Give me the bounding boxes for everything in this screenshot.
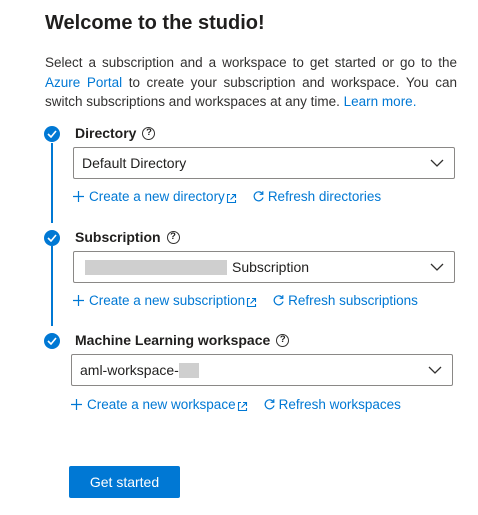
workspace-value-text: aml-workspace- xyxy=(80,361,179,378)
directory-label-text: Directory xyxy=(75,125,137,141)
create-workspace-link[interactable]: Create a new workspace xyxy=(70,397,248,412)
refresh-subscriptions-text: Refresh subscriptions xyxy=(288,293,418,308)
refresh-icon xyxy=(273,295,284,306)
directory-dropdown[interactable]: Default Directory xyxy=(73,147,455,179)
intro-text: Select a subscription and a workspace to… xyxy=(45,53,457,112)
subscription-dropdown[interactable]: Subscription xyxy=(73,251,455,283)
page-title: Welcome to the studio! xyxy=(45,12,265,34)
refresh-workspaces-link[interactable]: Refresh workspaces xyxy=(263,397,401,412)
check-icon xyxy=(44,230,60,246)
chevron-down-icon xyxy=(430,159,444,167)
create-subscription-link[interactable]: Create a new subscription xyxy=(72,293,257,308)
subscription-actions: Create a new subscription Refresh subscr… xyxy=(72,293,418,308)
check-icon xyxy=(44,333,60,349)
create-directory-link[interactable]: Create a new directory xyxy=(72,189,237,204)
refresh-icon xyxy=(264,399,275,410)
create-directory-text: Create a new directory xyxy=(89,189,225,204)
external-link-icon xyxy=(226,193,236,204)
refresh-directories-text: Refresh directories xyxy=(267,189,382,204)
directory-value: Default Directory xyxy=(82,155,187,171)
external-link-icon xyxy=(237,401,247,412)
workspace-dropdown[interactable]: aml-workspace- xyxy=(71,354,453,386)
subscription-value: Subscription xyxy=(82,259,309,276)
refresh-directories-link[interactable]: Refresh directories xyxy=(252,189,381,204)
get-started-button[interactable]: Get started xyxy=(69,466,180,498)
subscription-value-text: Subscription xyxy=(232,258,310,275)
chevron-down-icon xyxy=(428,366,442,374)
workspace-value: aml-workspace- xyxy=(80,362,199,379)
external-link-icon xyxy=(247,297,257,308)
learn-more-link[interactable]: Learn more. xyxy=(344,94,417,109)
refresh-workspaces-text: Refresh workspaces xyxy=(278,397,401,412)
redacted-text xyxy=(85,260,227,276)
step-rail-1 xyxy=(51,143,53,223)
workspace-label: Machine Learning workspace ? xyxy=(75,332,290,348)
azure-portal-link[interactable]: Azure Portal xyxy=(45,75,122,90)
create-workspace-text: Create a new workspace xyxy=(87,397,236,412)
subscription-label: Subscription ? xyxy=(75,229,180,245)
help-icon[interactable]: ? xyxy=(166,230,180,244)
plus-icon xyxy=(71,399,82,410)
plus-icon xyxy=(73,191,84,202)
workspace-actions: Create a new workspace Refresh workspace… xyxy=(70,397,401,412)
redacted-text xyxy=(178,363,199,379)
chevron-down-icon xyxy=(430,263,444,271)
intro-text-1: Select a subscription and a workspace to… xyxy=(45,55,457,70)
directory-actions: Create a new directory Refresh directori… xyxy=(72,189,381,204)
directory-label: Directory ? xyxy=(75,125,156,141)
plus-icon xyxy=(73,295,84,306)
help-icon[interactable]: ? xyxy=(142,126,156,140)
create-subscription-text: Create a new subscription xyxy=(89,293,246,308)
refresh-icon xyxy=(253,191,264,202)
check-icon xyxy=(44,126,60,142)
refresh-subscriptions-link[interactable]: Refresh subscriptions xyxy=(272,293,418,308)
step-rail-2 xyxy=(51,246,53,326)
subscription-label-text: Subscription xyxy=(75,229,161,245)
workspace-label-text: Machine Learning workspace xyxy=(75,332,271,348)
help-icon[interactable]: ? xyxy=(276,333,290,347)
